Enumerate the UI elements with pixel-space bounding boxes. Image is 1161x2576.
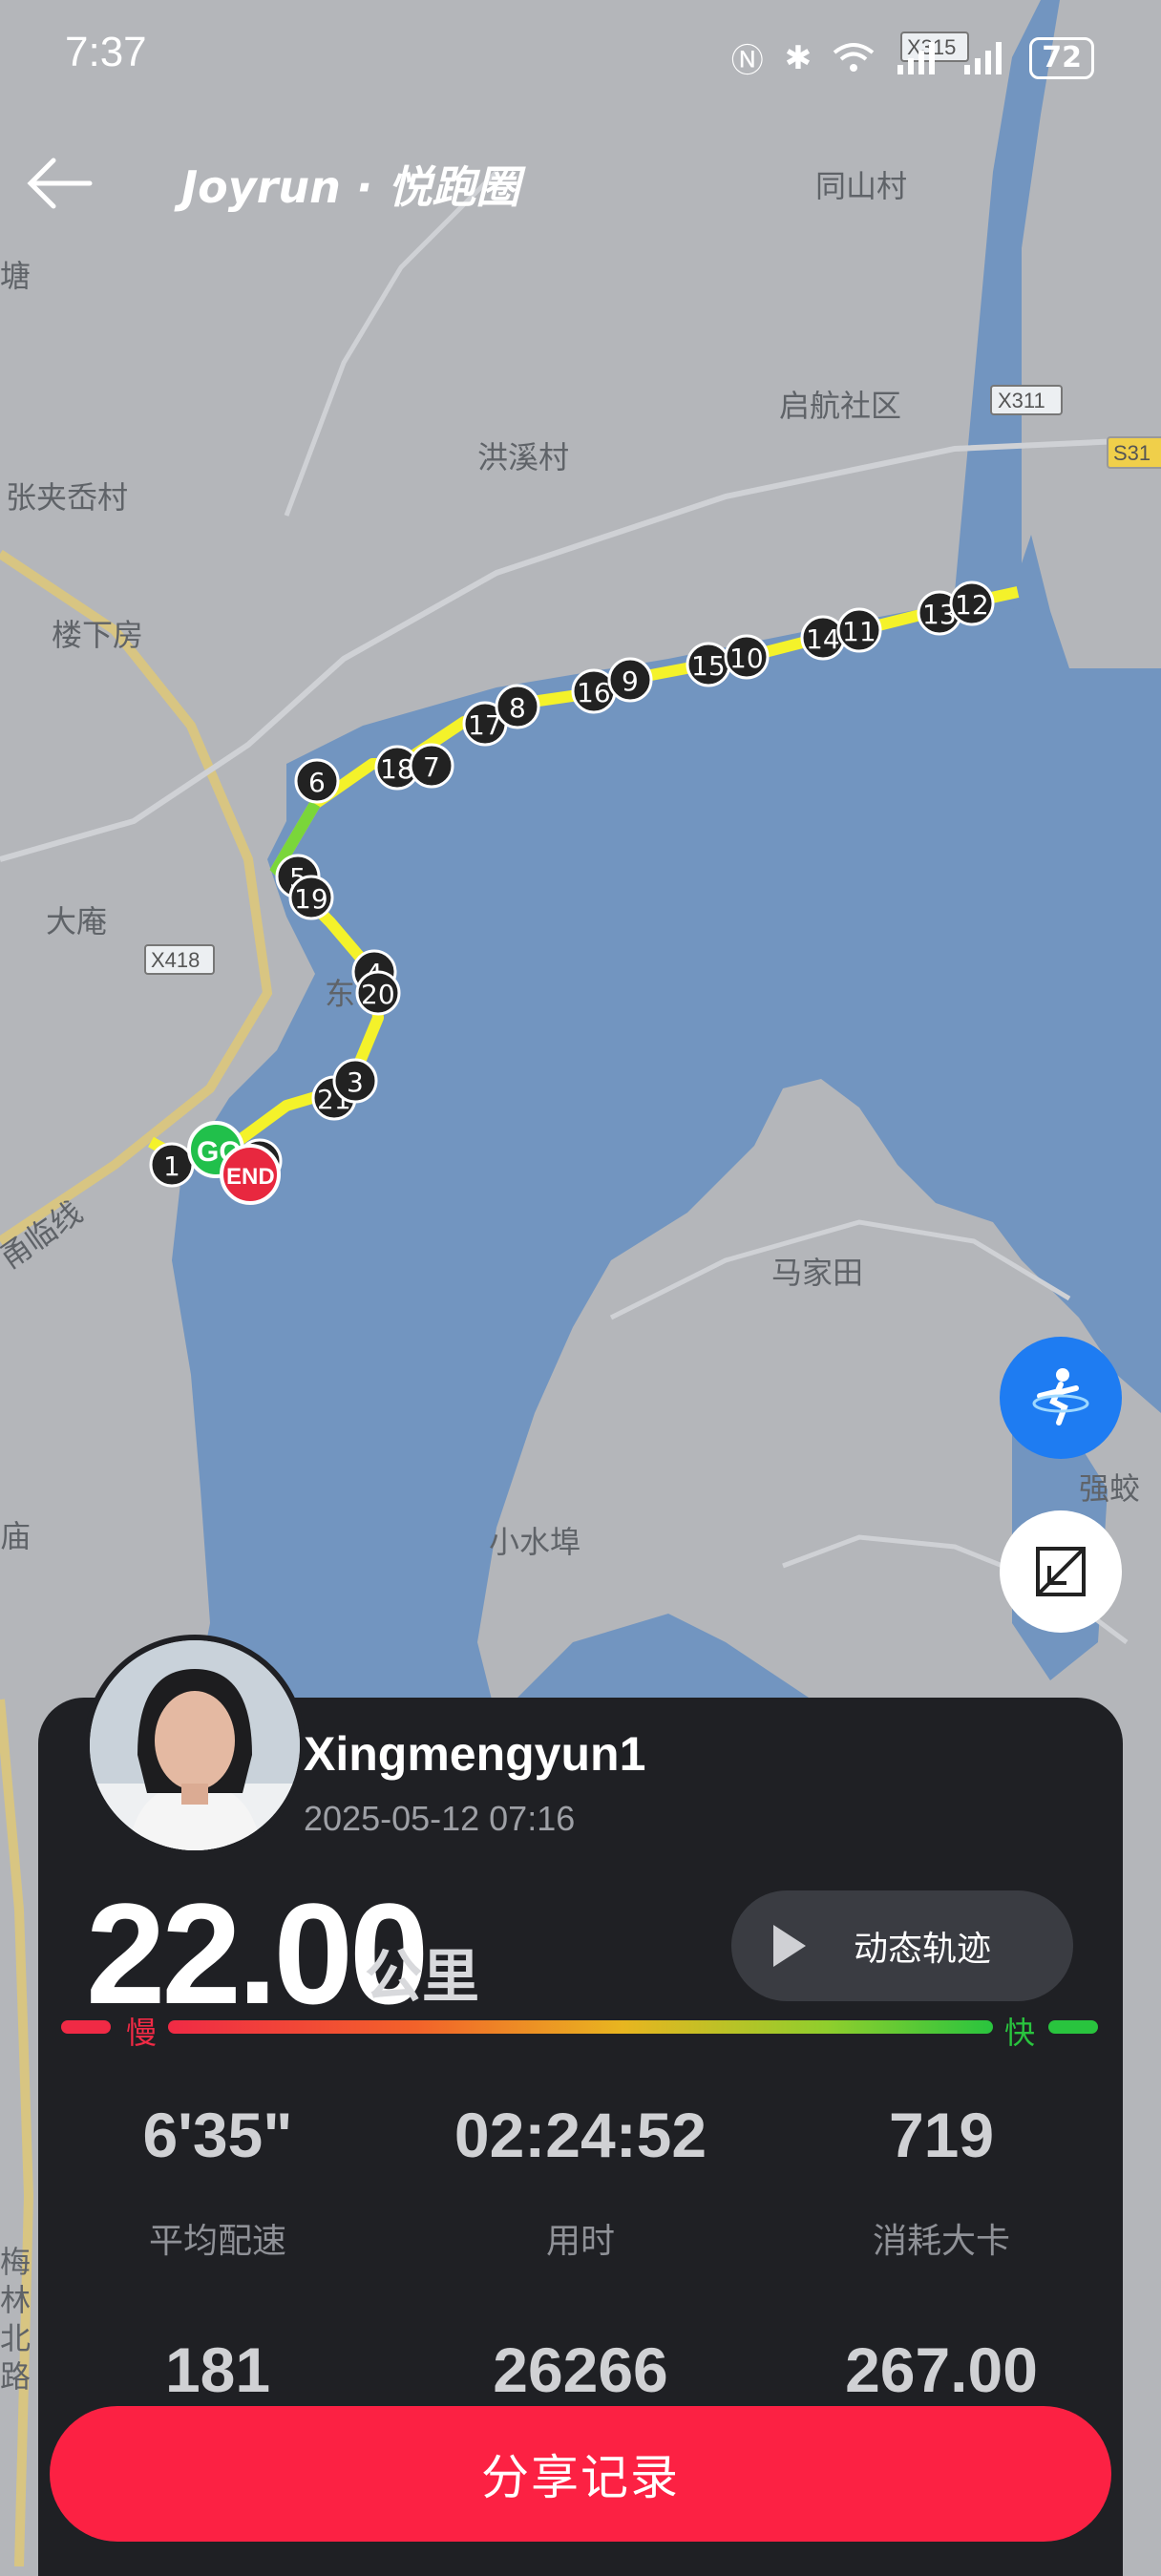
stat-calories-value: 719 [888,2100,995,2170]
distance-unit: 公里 [365,1944,479,2011]
fullscreen-icon [1036,1547,1086,1596]
run-datetime: 2025-05-12 07:16 [304,1799,576,1838]
status-bar: 7:37 Ⓝ ✱ 72 [0,0,1161,115]
stat-steps-value: 26266 [493,2334,668,2405]
status-time: 7:37 [65,29,147,75]
place-label: 路 [0,2358,31,2395]
stat-avg-pace-value: 6'35" [142,2100,293,2170]
battery-indicator: 72 [1029,36,1094,79]
place-label: 楼下房 [52,617,143,653]
km-marker-12: 12 [949,581,995,626]
svg-text:18: 18 [380,753,414,785]
stat-elevation-value: 267.00 [845,2334,1038,2405]
km-marker-9: 9 [607,657,653,703]
speed-gradient-bar [168,2020,993,2034]
road-label: X311 [998,389,1045,412]
road-badge-x311: X311 [990,385,1063,415]
place-label: 梅 [0,2244,31,2280]
avatar-photo [90,1640,300,1850]
stat-duration-value: 02:24:52 [454,2100,707,2170]
signal-icon [897,41,936,74]
stat-calories-label: 消耗大卡 [872,2222,1010,2261]
place-label: 同山村 [815,168,907,204]
wifi-icon [834,42,875,72]
km-marker-11: 11 [836,607,882,653]
expand-map-button[interactable] [1000,1510,1122,1633]
stat-avg-pace-label: 平均配速 [148,2222,286,2261]
svg-text:9: 9 [622,665,639,697]
end-label: END [226,1164,275,1190]
dynamic-track-label: 动态轨迹 [854,1930,992,1969]
svg-text:19: 19 [294,883,328,915]
km-marker-19: 19 [288,875,334,920]
svg-text:15: 15 [691,650,726,682]
place-label: 强蛟 [1079,1470,1140,1507]
place-label: 洪溪村 [477,439,569,475]
slow-label: 慢 [126,2015,158,2051]
runner-mode-button[interactable] [1000,1337,1122,1459]
svg-text:3: 3 [347,1066,364,1098]
svg-text:1: 1 [163,1151,180,1182]
dynamic-track-button[interactable]: 动态轨迹 [731,1890,1073,2001]
km-marker-6: 6 [294,758,340,804]
place-label: 启航社区 [779,388,901,424]
km-marker-20: 20 [355,970,401,1016]
speed-bar-right [1048,2020,1098,2034]
place-label: 马家田 [771,1255,863,1291]
svg-text:14: 14 [806,623,840,655]
road-badge-x418: X418 [144,944,215,975]
road-badge-s31: S31 [1107,436,1161,469]
km-marker-14: 14 [800,615,846,661]
km-marker-7: 7 [409,743,454,789]
place-label: 小水埠 [489,1524,580,1560]
svg-text:12: 12 [955,589,989,621]
stat-cadence-value: 181 [164,2334,271,2405]
svg-text:16: 16 [577,677,611,708]
svg-text:7: 7 [423,751,440,783]
username: Xingmengyun1 [304,1727,646,1781]
runner-icon [1032,1368,1089,1425]
place-label: 张夹岙村 [6,479,128,516]
end-marker: END [220,1144,281,1205]
signal-icon-2 [964,41,1003,74]
km-marker-8: 8 [495,684,540,729]
svg-text:20: 20 [361,979,395,1010]
place-label: 大庵 [46,903,107,940]
back-arrow-icon[interactable] [23,153,99,214]
fast-label: 快 [1004,2015,1036,2051]
km-marker-1: 1 [149,1142,195,1188]
bluetooth-icon: ✱ [784,38,813,77]
km-marker-10: 10 [724,634,770,680]
road-label: X418 [151,948,200,972]
user-avatar[interactable] [84,1635,306,1856]
place-label: 庙 [0,1518,31,1554]
km-marker-15: 15 [686,642,731,687]
svg-text:6: 6 [308,767,326,798]
svg-text:8: 8 [509,692,526,724]
share-record-button[interactable]: 分享记录 [50,2406,1111,2542]
place-label: 林 [0,2282,31,2318]
stat-duration-label: 用时 [545,2222,615,2261]
place-label: 北 [0,2320,31,2356]
app-logo: Joyrun · 悦跑圈 [181,161,520,213]
place-label: 塘 [0,258,31,294]
place-label: 东 [325,976,355,1012]
svg-text:11: 11 [842,616,876,647]
nfc-icon: Ⓝ [730,42,764,80]
svg-text:10: 10 [729,643,764,674]
status-icons: Ⓝ ✱ 72 [731,34,1094,81]
km-marker-3: 3 [332,1058,378,1104]
road-label: S31 [1113,441,1150,465]
play-icon [773,1925,806,1967]
speed-bar-left [61,2020,111,2034]
